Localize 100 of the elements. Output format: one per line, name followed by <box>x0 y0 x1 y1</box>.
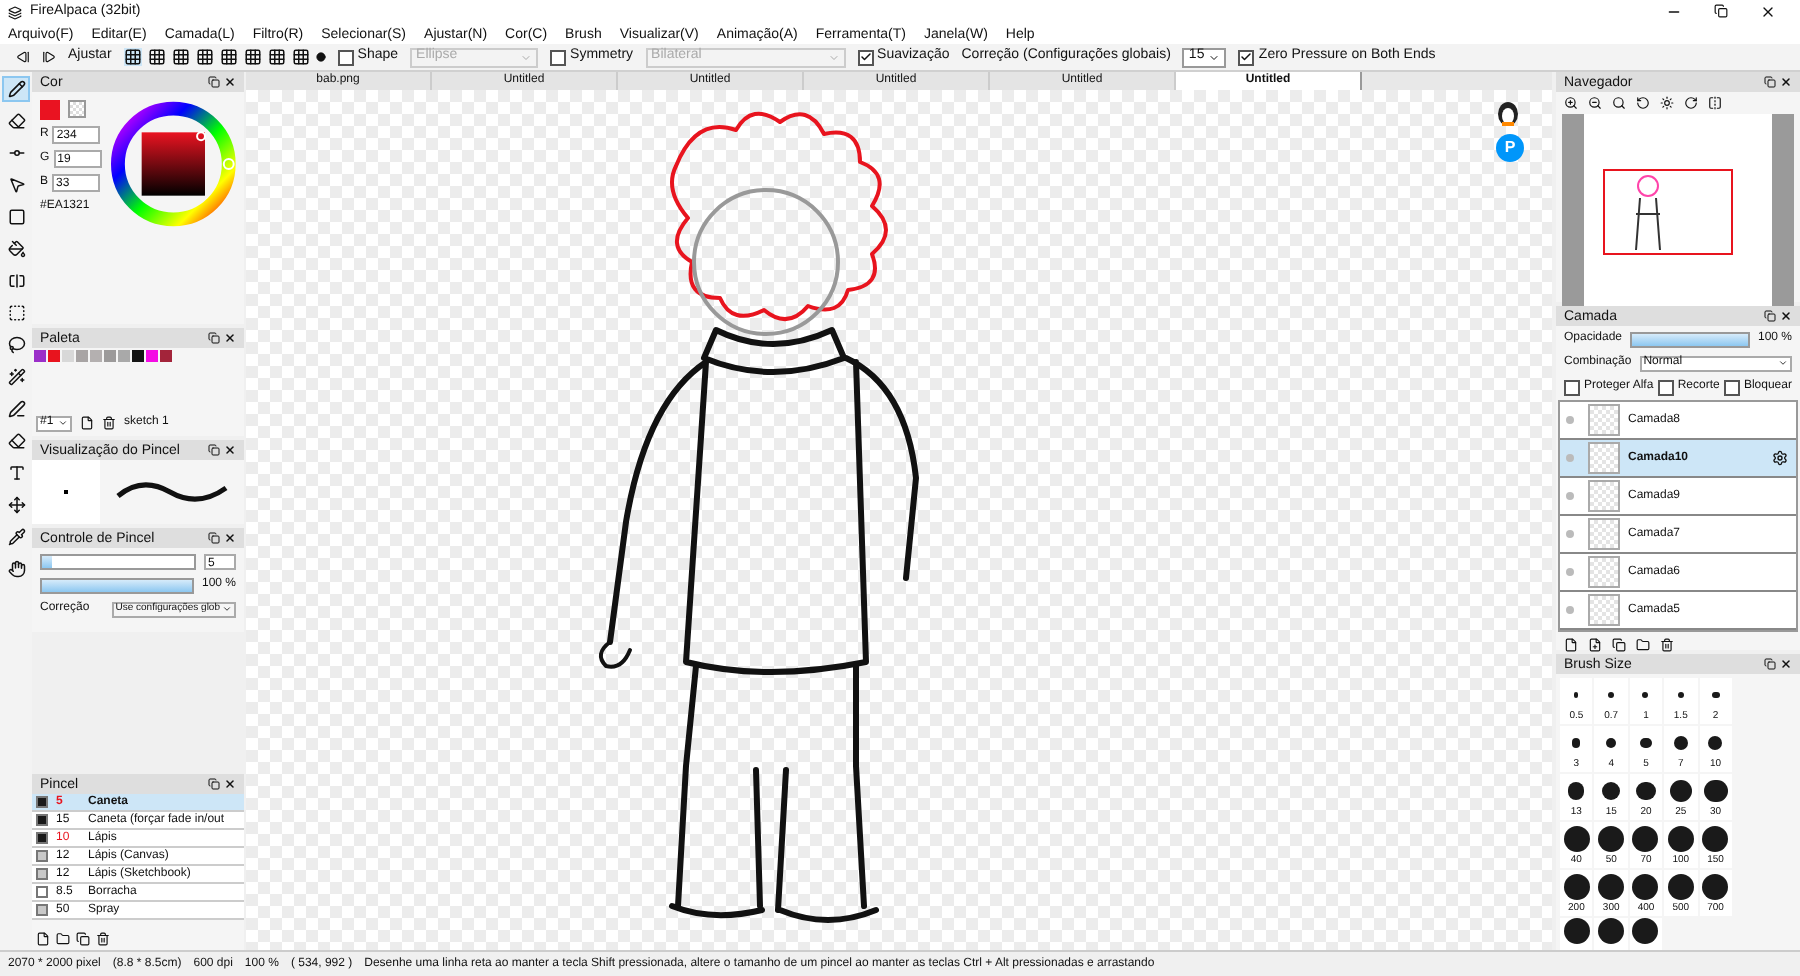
text-tool-icon <box>7 464 25 482</box>
checkbox[interactable] <box>1564 379 1580 395</box>
restore-icon[interactable] <box>1714 4 1728 18</box>
trash-icon[interactable] <box>102 416 116 430</box>
checkbox[interactable] <box>337 49 354 65</box>
palette-swatch[interactable] <box>34 350 46 362</box>
trash-icon[interactable] <box>1660 638 1674 652</box>
brush-swatch <box>36 868 48 880</box>
close-icon[interactable] <box>224 444 236 456</box>
float-icon[interactable] <box>1764 310 1776 322</box>
flip-icon[interactable] <box>1708 96 1722 110</box>
snap-icon[interactable] <box>147 48 166 66</box>
caret-icon[interactable] <box>1778 358 1788 368</box>
palette-swatch[interactable] <box>104 350 116 362</box>
zoom-out-icon[interactable] <box>1588 96 1602 110</box>
paint-bucket-icon <box>7 240 25 258</box>
palette-swatch[interactable] <box>90 350 102 362</box>
brush-swatch <box>36 814 48 826</box>
checkbox[interactable] <box>857 49 874 65</box>
rotate-left-icon[interactable] <box>1636 96 1650 110</box>
brush-swatch <box>36 904 48 916</box>
float-icon[interactable] <box>208 532 220 544</box>
caret-icon[interactable] <box>1208 51 1221 63</box>
checkbox[interactable] <box>1723 379 1740 395</box>
brush-swatch <box>36 796 48 808</box>
rotate-reset-icon[interactable] <box>1660 96 1674 110</box>
new-palette-icon[interactable] <box>80 416 94 430</box>
pencil-icon <box>7 80 25 98</box>
pointer-icon <box>7 176 25 194</box>
lasso-icon <box>7 336 25 354</box>
undo-icon[interactable] <box>16 50 30 64</box>
layer-thumbnail <box>1588 556 1620 588</box>
selection-icon <box>7 304 25 322</box>
brush-swatch <box>36 886 48 898</box>
snap-icon[interactable] <box>291 48 310 66</box>
zoom-fit-icon[interactable] <box>1612 96 1626 110</box>
brush-size-cell[interactable] <box>1560 918 1593 950</box>
add-layer-icon[interactable] <box>1588 638 1602 652</box>
float-icon[interactable] <box>208 444 220 456</box>
trash-icon[interactable] <box>96 932 110 946</box>
checkbox[interactable] <box>1238 49 1255 65</box>
layer-thumbnail <box>1588 480 1620 512</box>
redo-icon[interactable] <box>42 50 56 64</box>
close-icon[interactable] <box>1780 76 1792 88</box>
stroke-preview <box>114 478 230 506</box>
close-icon[interactable] <box>1780 658 1792 670</box>
palette-swatch[interactable] <box>48 350 60 362</box>
float-icon[interactable] <box>208 332 220 344</box>
new-layer-icon[interactable] <box>1564 638 1578 652</box>
eraser-icon <box>7 112 25 130</box>
close-icon[interactable] <box>1780 310 1792 322</box>
float-icon[interactable] <box>208 778 220 790</box>
palette-swatch[interactable] <box>132 350 144 362</box>
close-icon[interactable] <box>1760 4 1776 20</box>
snap-icon[interactable] <box>219 48 238 66</box>
palette-swatch[interactable] <box>62 350 74 362</box>
checkbox[interactable] <box>1657 379 1674 395</box>
brush-size-cell[interactable] <box>1629 918 1663 950</box>
wand-icon <box>7 368 25 386</box>
badge-icon: P <box>1496 134 1524 162</box>
checkbox[interactable] <box>550 49 567 65</box>
brush-size-cell[interactable] <box>1594 918 1628 950</box>
rotate-right-icon[interactable] <box>1684 96 1698 110</box>
close-icon[interactable] <box>224 76 236 88</box>
close-icon[interactable] <box>224 778 236 790</box>
caret-icon[interactable] <box>58 418 68 428</box>
duplicate-icon[interactable] <box>76 932 90 946</box>
brush-swatch <box>36 832 48 844</box>
color-swatch[interactable] <box>40 100 60 120</box>
zoom-in-icon[interactable] <box>1564 96 1578 110</box>
float-icon[interactable] <box>208 76 220 88</box>
tool-button[interactable] <box>2 76 30 102</box>
folder-icon[interactable] <box>56 932 70 946</box>
duplicate-icon[interactable] <box>1612 638 1626 652</box>
close-icon[interactable] <box>224 532 236 544</box>
palette-swatch[interactable] <box>160 350 172 362</box>
snap-icon[interactable] <box>171 48 190 66</box>
square-icon <box>7 208 25 226</box>
color-wheel[interactable] <box>109 100 236 228</box>
gear-icon[interactable] <box>1772 450 1788 466</box>
snap-icon[interactable] <box>243 48 262 66</box>
transparent-swatch[interactable] <box>68 100 86 118</box>
layer-thumbnail <box>1588 594 1620 626</box>
folder-icon[interactable] <box>1636 638 1650 652</box>
new-brush-icon[interactable] <box>36 932 50 946</box>
float-icon[interactable] <box>1764 658 1776 670</box>
palette-swatch[interactable] <box>76 350 88 362</box>
layer-thumbnail <box>1588 442 1620 474</box>
gradient-icon <box>7 272 25 290</box>
slider-track[interactable] <box>40 554 196 570</box>
caret-icon[interactable] <box>222 604 232 614</box>
selection-pen-icon <box>7 400 25 418</box>
palette-swatch[interactable] <box>146 350 158 362</box>
close-icon[interactable] <box>224 332 236 344</box>
palette-swatch[interactable] <box>118 350 130 362</box>
float-icon[interactable] <box>1764 76 1776 88</box>
snap-icon[interactable] <box>267 48 286 66</box>
snap-icon[interactable] <box>123 48 142 66</box>
dot-icon[interactable] <box>315 52 326 62</box>
snap-icon[interactable] <box>195 48 214 66</box>
